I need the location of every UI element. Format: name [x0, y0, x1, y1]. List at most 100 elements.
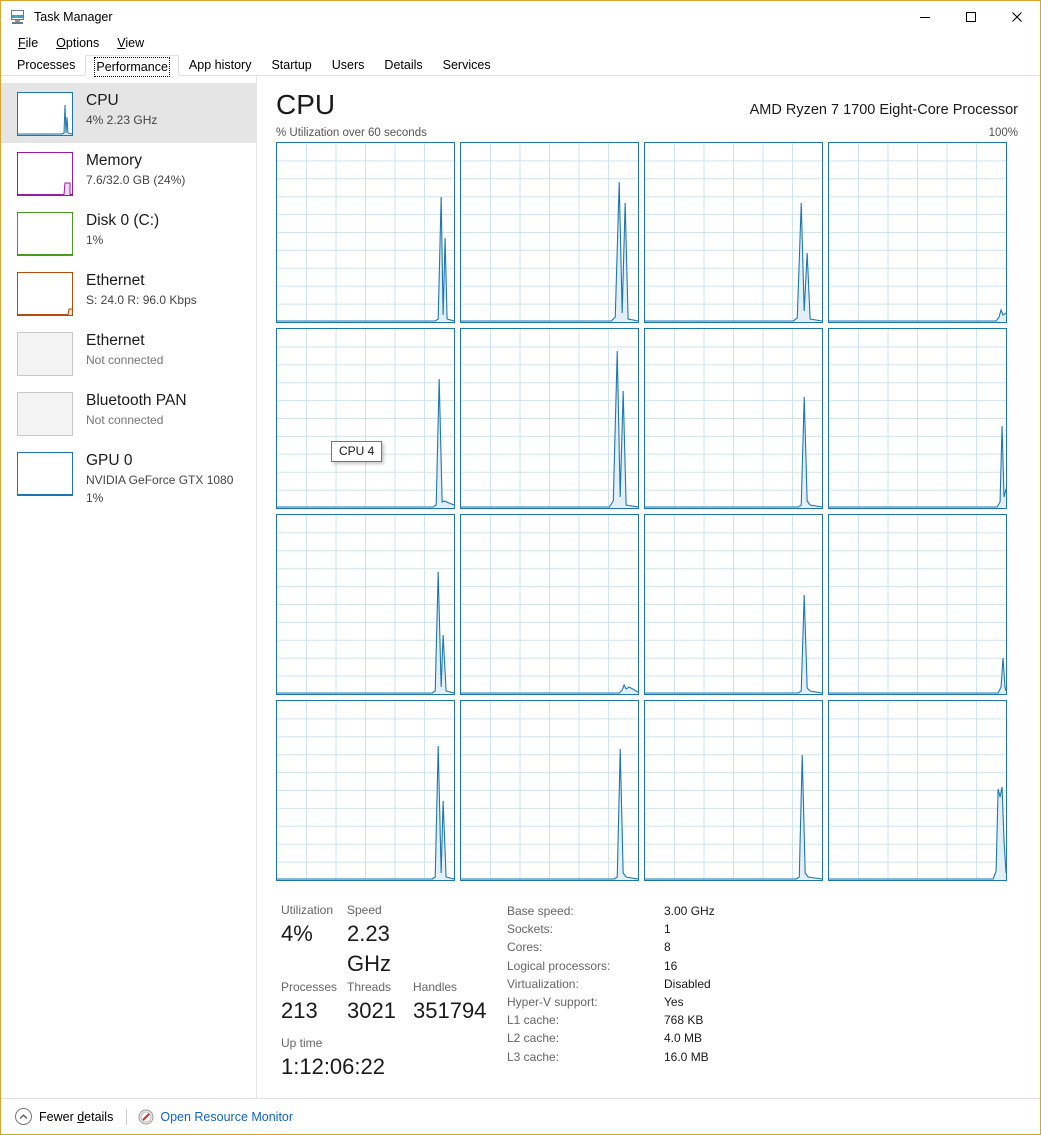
cpu-graph-7[interactable] [828, 328, 1007, 509]
sidebar-item-memory-sub: 7.6/32.0 GB (24%) [86, 173, 186, 187]
spec-virtualization: Virtualization: Disabled [507, 975, 1018, 993]
window-title: Task Manager [34, 9, 113, 24]
tab-services-label: Services [442, 58, 491, 72]
logical-processor-graphs[interactable] [276, 142, 1007, 881]
cpu-graph-14[interactable] [644, 700, 823, 881]
sidebar-item-memory-title: Memory [86, 152, 142, 169]
open-resource-monitor-link[interactable]: Open Resource Monitor [138, 1109, 293, 1125]
sidebar-item-cpu[interactable]: CPU 4% 2.23 GHz [1, 83, 256, 143]
cpu-graph-1[interactable] [460, 142, 639, 323]
cpu-graph-5[interactable] [460, 328, 639, 509]
stat-utilization: Utilization 4% [281, 902, 347, 979]
menu-view-rest: iew [125, 36, 145, 50]
spec-sockets: Sockets: 1 [507, 920, 1018, 938]
fewer-details-button[interactable]: Fewer details [15, 1108, 113, 1125]
menu-options[interactable]: Options [47, 34, 108, 52]
spec-cores-key: Cores: [507, 940, 543, 955]
disk-thumbnail-graph [17, 212, 73, 256]
maximize-button[interactable] [948, 1, 994, 32]
tab-startup[interactable]: Startup [261, 54, 322, 75]
stat-utilization-label: Utilization [281, 903, 334, 917]
sidebar-item-gpu0-sub2: 1% [86, 491, 104, 505]
tab-users[interactable]: Users [321, 54, 375, 75]
cpu-graph-4[interactable] [276, 328, 455, 509]
menu-options-rest: ptions [65, 36, 100, 50]
sidebar-item-ethernet-1-title: Ethernet [86, 272, 145, 289]
tab-startup-label: Startup [271, 58, 312, 72]
tab-processes-label: Processes [17, 58, 76, 72]
tab-app-history-label: App history [188, 58, 252, 72]
axis-label-right: 100% [988, 127, 1018, 139]
spec-l3-cache-value: 16.0 MB [664, 1049, 709, 1064]
spec-cores: Cores: 8 [507, 938, 1018, 956]
stat-handles-value: 351794 [413, 998, 487, 1023]
sidebar-item-ethernet-1-sub: S: 24.0 R: 96.0 Kbps [86, 293, 197, 307]
close-button[interactable] [994, 1, 1040, 32]
cpu-header: CPU AMD Ryzen 7 1700 Eight-Core Processo… [276, 88, 1018, 122]
sidebar-item-gpu0[interactable]: GPU 0 NVIDIA GeForce GTX 1080 1% [1, 443, 256, 515]
tab-performance[interactable]: Performance [85, 55, 179, 77]
tab-services[interactable]: Services [432, 54, 501, 75]
cpu-thumbnail-graph [17, 92, 73, 136]
ethernet-1-sidebar-texts: Ethernet S: 24.0 R: 96.0 Kbps [86, 270, 197, 308]
spec-virtualization-key: Virtualization: [507, 976, 579, 991]
spec-cores-value: 8 [664, 940, 671, 955]
cpu-graph-12[interactable] [276, 700, 455, 881]
menu-view[interactable]: View [108, 34, 153, 52]
stat-processes-label: Processes [281, 980, 338, 994]
cpu-sidebar-texts: CPU 4% 2.23 GHz [86, 90, 157, 128]
stat-threads-label: Threads [347, 980, 392, 994]
gpu-thumbnail-graph [17, 452, 73, 496]
cpu-graph-0[interactable] [276, 142, 455, 323]
page-title: CPU [276, 89, 336, 120]
spec-hyperv-support-key: Hyper-V support: [507, 995, 598, 1010]
sidebar-item-bluetooth-pan-title: Bluetooth PAN [86, 392, 187, 409]
spec-logical-processors-value: 16 [664, 958, 678, 973]
cpu-graph-tooltip: CPU 4 [331, 441, 383, 462]
resource-monitor-icon [138, 1109, 154, 1125]
cpu-model-name: AMD Ryzen 7 1700 Eight-Core Processor [749, 102, 1018, 118]
stat-uptime-value: 1:12:06:22 [281, 1054, 385, 1079]
cpu-stats-left: Utilization 4% Speed 2.23 GHz Processes … [281, 902, 499, 1082]
spec-l2-cache-value: 4.0 MB [664, 1031, 703, 1046]
bluetooth-disconnected-thumbnail [17, 392, 73, 436]
cpu-graph-13[interactable] [460, 700, 639, 881]
menu-file[interactable]: File [9, 34, 47, 52]
sidebar-item-ethernet-2[interactable]: Ethernet Not connected [1, 323, 256, 383]
cpu-graph-2[interactable] [644, 142, 823, 323]
sidebar-item-cpu-sub: 4% 2.23 GHz [86, 113, 158, 127]
tab-app-history[interactable]: App history [178, 54, 262, 75]
stat-processes: Processes 213 [281, 979, 347, 1026]
stat-speed: Speed 2.23 GHz [347, 902, 437, 979]
sidebar-item-ethernet-1[interactable]: Ethernet S: 24.0 R: 96.0 Kbps [1, 263, 256, 323]
spec-base-speed-key: Base speed: [507, 904, 574, 918]
tab-details[interactable]: Details [374, 54, 433, 75]
cpu-graph-15[interactable] [828, 700, 1007, 881]
chevron-up-icon [15, 1108, 32, 1125]
stat-processes-value: 213 [281, 998, 318, 1023]
cpu-graph-6[interactable] [644, 328, 823, 509]
cpu-graph-8[interactable] [276, 514, 455, 695]
sidebar-item-gpu0-title: GPU 0 [86, 452, 133, 469]
content-area: CPU 4% 2.23 GHz Memory 7.6/32.0 GB (24%) [1, 76, 1040, 1098]
cpu-graph-9[interactable] [460, 514, 639, 695]
sidebar-item-disk0[interactable]: Disk 0 (C:) 1% [1, 203, 256, 263]
menu-bar: File Options View [1, 32, 1040, 54]
sidebar-item-bluetooth-pan[interactable]: Bluetooth PAN Not connected [1, 383, 256, 443]
cpu-statistics: Utilization 4% Speed 2.23 GHz Processes … [276, 902, 1018, 1082]
sidebar-item-cpu-title: CPU [86, 92, 119, 109]
stat-uptime-label: Up time [281, 1036, 323, 1050]
stat-threads: Threads 3021 [347, 979, 413, 1026]
cpu-graph-11[interactable] [828, 514, 1007, 695]
spec-base-speed: Base speed: 3.00 GHz [507, 902, 1018, 920]
spec-l2-cache-key: L2 cache: [507, 1031, 560, 1046]
cpu-graph-3[interactable] [828, 142, 1007, 323]
task-manager-window: Task Manager File Options View Processes… [0, 0, 1041, 1135]
cpu-graph-10[interactable] [644, 514, 823, 695]
minimize-button[interactable] [902, 1, 948, 32]
tab-processes[interactable]: Processes [7, 54, 86, 75]
stat-speed-label: Speed [347, 903, 382, 917]
axis-label-left: % Utilization over 60 seconds [276, 127, 427, 139]
sidebar-item-memory[interactable]: Memory 7.6/32.0 GB (24%) [1, 143, 256, 203]
spec-logical-processors: Logical processors: 16 [507, 957, 1018, 975]
